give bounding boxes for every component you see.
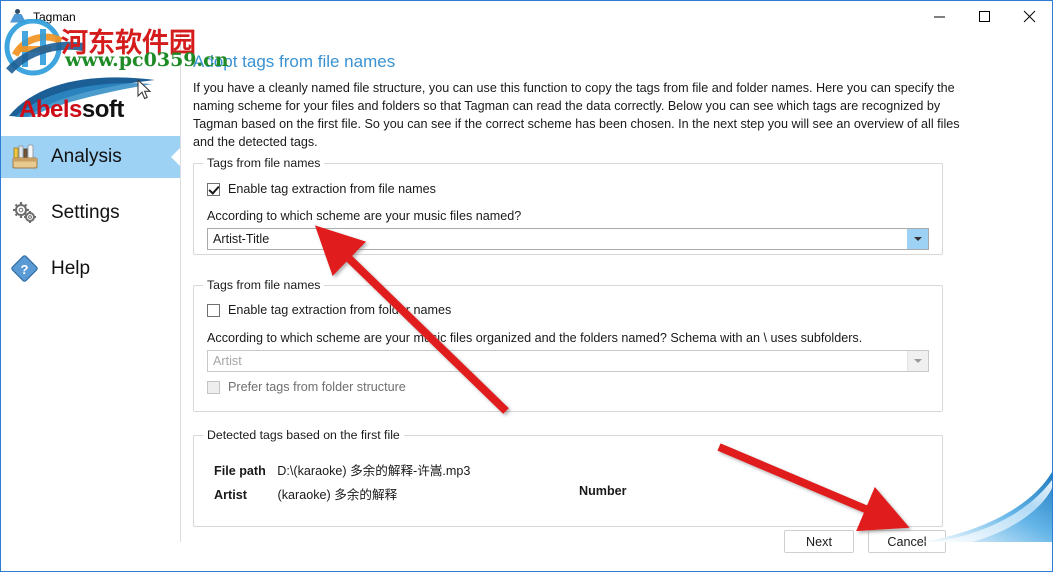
sidebar-item-help[interactable]: ? Help [1,248,180,290]
page-title: Adopt tags from file names [193,52,396,71]
chevron-down-icon[interactable] [907,351,928,371]
tagman-window: Tagman Abelssoft Analysis Settings ? Hel… [0,0,1053,572]
sidebar: Abelssoft Analysis Settings ? Help [1,32,181,542]
detected-row-artist: Artist (karaoke) 多余的解释 [214,484,397,503]
detected-column-number: Number [579,484,627,498]
prefer-folder-tags-checkbox[interactable] [207,380,220,394]
brand-name-part2: soft [81,96,125,123]
group-detected-tags: Detected tags based on the first file Fi… [193,428,943,527]
gears-icon [9,197,41,229]
enable-file-extraction-label: Enable tag extraction from file names [228,182,436,196]
maximize-button[interactable] [962,1,1007,32]
sidebar-item-label: Analysis [51,146,122,167]
group-tags-from-file-names: Tags from file names Enable tag extracti… [193,156,943,255]
cancel-button[interactable]: Cancel [868,530,946,553]
enable-folder-extraction-checkbox[interactable] [207,303,220,317]
enable-file-extraction-checkbox-row[interactable]: Enable tag extraction from file names [207,182,436,196]
close-button[interactable] [1007,1,1052,32]
detected-key: Artist [214,488,247,502]
page-description: If you have a cleanly named file structu… [193,81,960,149]
file-scheme-label: According to which scheme are your music… [207,209,522,223]
sidebar-item-analysis[interactable]: Analysis [1,136,180,178]
group-title: Tags from file names [203,278,325,292]
detected-value: D:\(karaoke) 多余的解释-许嵩.mp3 [277,464,471,478]
detected-value: (karaoke) 多余的解释 [277,488,398,502]
brand-name: Abelssoft [19,96,124,124]
next-button[interactable]: Next [784,530,854,553]
folder-scheme-value: Artist [213,354,242,368]
toolbox-icon [9,141,41,173]
content-pane: Adopt tags from file names If you have a… [182,32,1052,553]
folder-scheme-label: According to which scheme are your music… [207,331,863,345]
sidebar-item-label: Help [51,258,91,279]
window-controls [917,1,1052,32]
tagman-app-icon [9,8,27,26]
question-diamond-icon: ? [9,253,41,285]
brand-name-part1: Abels [19,96,82,123]
svg-text:?: ? [21,262,29,277]
sidebar-nav: Analysis Settings ? Help [1,136,180,290]
detected-key: File path [214,464,266,478]
minimize-icon [933,10,946,23]
minimize-button[interactable] [917,1,962,32]
sidebar-item-settings[interactable]: Settings [1,192,180,234]
folder-scheme-combobox[interactable]: Artist [207,350,929,372]
enable-file-extraction-checkbox[interactable] [207,182,220,196]
enable-folder-extraction-label: Enable tag extraction from folder names [228,303,452,317]
window-title: Tagman [33,9,76,24]
file-scheme-value: Artist-Title [213,232,270,246]
prefer-folder-tags-label: Prefer tags from folder structure [228,380,406,394]
group-title: Detected tags based on the first file [203,428,404,442]
maximize-icon [978,10,991,23]
detected-row-file-path: File path D:\(karaoke) 多余的解释-许嵩.mp3 [214,460,470,479]
sidebar-item-label: Settings [51,202,120,223]
file-scheme-combobox[interactable]: Artist-Title [207,228,929,250]
group-tags-from-folder-names: Tags from file names Enable tag extracti… [193,278,943,412]
close-icon [1023,10,1036,23]
prefer-folder-tags-checkbox-row[interactable]: Prefer tags from folder structure [207,380,406,394]
brand-logo: Abelssoft [1,32,180,132]
group-title: Tags from file names [203,156,325,170]
enable-folder-extraction-checkbox-row[interactable]: Enable tag extraction from folder names [207,303,451,317]
title-bar: Tagman [1,1,1052,32]
chevron-down-icon[interactable] [907,229,928,249]
